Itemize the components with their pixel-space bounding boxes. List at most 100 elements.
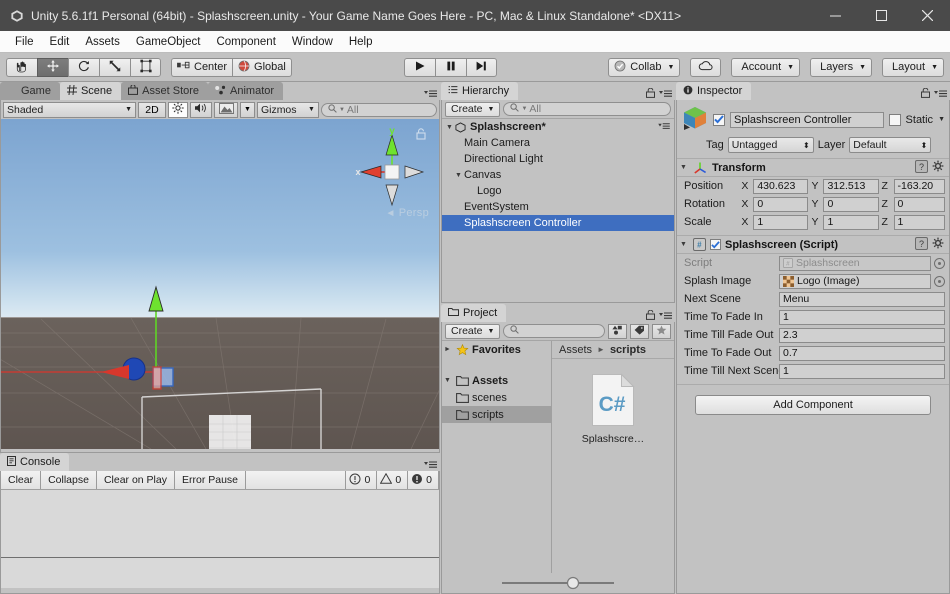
gizmos-dropdown[interactable]: Gizmos ▼ bbox=[256, 101, 319, 118]
menu-assets[interactable]: Assets bbox=[77, 34, 128, 50]
tag-dropdown[interactable]: Untagged ⬍ bbox=[727, 137, 814, 153]
console-collapse-button[interactable]: Collapse bbox=[41, 471, 97, 489]
menu-component[interactable]: Component bbox=[208, 34, 283, 50]
maximize-button[interactable] bbox=[858, 0, 904, 31]
lighting-toggle[interactable] bbox=[168, 101, 188, 118]
scene-search-input[interactable]: ▼ All bbox=[320, 102, 437, 117]
console-clear-button[interactable]: Clear bbox=[1, 471, 42, 489]
project-zoom-slider[interactable] bbox=[442, 573, 674, 593]
add-component-button[interactable]: Add Component bbox=[695, 395, 931, 415]
shading-mode-dropdown[interactable]: Shaded ▼ bbox=[3, 101, 136, 118]
console-tab-options[interactable] bbox=[424, 460, 437, 469]
inspector-tab-options[interactable] bbox=[921, 87, 947, 98]
gear-icon[interactable] bbox=[932, 237, 945, 253]
hierarchy-search-input[interactable]: ▼ All bbox=[503, 102, 671, 116]
pivot-mode-button[interactable]: Center bbox=[171, 57, 233, 77]
move-tool-button[interactable] bbox=[37, 57, 68, 77]
effects-dropdown[interactable]: ▼ bbox=[240, 101, 255, 118]
layers-button[interactable]: Layers ▼ bbox=[810, 57, 873, 77]
lock-open-icon[interactable] bbox=[921, 87, 930, 98]
splash-image-picker[interactable] bbox=[934, 275, 945, 287]
expand-triangle-icon[interactable]: ▼ bbox=[680, 164, 689, 171]
layout-button[interactable]: Layout ▼ bbox=[882, 57, 945, 77]
tab-animator[interactable]: Animator bbox=[208, 82, 284, 100]
rect-tool-button[interactable] bbox=[130, 57, 161, 77]
tab-console[interactable]: Console bbox=[0, 453, 70, 471]
step-button[interactable] bbox=[465, 57, 497, 77]
menu-file[interactable]: File bbox=[7, 34, 42, 50]
expand-triangle-icon[interactable]: ▼ bbox=[446, 124, 455, 131]
menu-window[interactable]: Window bbox=[284, 34, 341, 50]
project-search-input[interactable] bbox=[503, 324, 605, 338]
hierarchy-item-directional-light[interactable]: Directional Light bbox=[442, 151, 674, 167]
help-book-icon[interactable]: ? bbox=[915, 236, 928, 253]
script-enabled-checkbox[interactable] bbox=[710, 239, 721, 250]
rotation-z-input[interactable]: 0 bbox=[893, 196, 945, 212]
console-message-list[interactable] bbox=[1, 490, 439, 558]
hand-tool-button[interactable] bbox=[6, 57, 37, 77]
project-create-button[interactable]: Create ▼ bbox=[445, 323, 501, 339]
menu-edit[interactable]: Edit bbox=[42, 34, 78, 50]
play-button[interactable] bbox=[403, 57, 435, 77]
minimize-button[interactable] bbox=[812, 0, 858, 31]
splash-image-input[interactable]: Logo (Image) bbox=[779, 273, 931, 289]
expand-triangle-icon[interactable]: ▼ bbox=[455, 172, 464, 179]
console-info-count[interactable]: 0 bbox=[346, 471, 378, 489]
console-error-count[interactable]: 0 bbox=[408, 471, 439, 489]
space-mode-button[interactable]: Global bbox=[232, 57, 292, 77]
expand-triangle-icon[interactable]: ▼ bbox=[680, 241, 689, 248]
filter-by-label-button[interactable] bbox=[630, 323, 649, 339]
project-tree-assets[interactable]: ▼ Assets bbox=[442, 372, 551, 389]
menu-gameobject[interactable]: GameObject bbox=[128, 34, 209, 50]
position-z-input[interactable]: -163.20 bbox=[893, 178, 945, 194]
breadcrumb-scripts[interactable]: scripts bbox=[610, 344, 646, 356]
scale-x-input[interactable]: 1 bbox=[753, 214, 809, 230]
time-to-fade-in-input[interactable]: 1 bbox=[779, 309, 945, 325]
collab-button[interactable]: Collab ▼ bbox=[608, 57, 681, 77]
projection-mode-label[interactable]: ◄ Persp bbox=[385, 207, 429, 219]
project-tree-scripts[interactable]: scripts bbox=[442, 406, 551, 423]
scene-context-menu-icon[interactable] bbox=[658, 121, 670, 133]
favorites-button[interactable] bbox=[652, 323, 671, 339]
hierarchy-item-logo[interactable]: Logo bbox=[442, 183, 674, 199]
console-warning-count[interactable]: 0 bbox=[377, 471, 409, 489]
tab-project[interactable]: Project bbox=[441, 304, 507, 322]
project-tree-scenes[interactable]: scenes bbox=[442, 389, 551, 406]
gameobject-enabled-checkbox[interactable] bbox=[713, 113, 725, 126]
close-button[interactable] bbox=[904, 0, 950, 31]
menu-help[interactable]: Help bbox=[341, 34, 381, 50]
lock-open-icon[interactable] bbox=[646, 87, 655, 98]
rotation-y-input[interactable]: 0 bbox=[823, 196, 879, 212]
console-error-pause-button[interactable]: Error Pause bbox=[174, 471, 247, 489]
lock-open-icon[interactable] bbox=[646, 309, 655, 320]
layer-dropdown[interactable]: Default ⬍ bbox=[849, 137, 932, 153]
script-field-picker[interactable] bbox=[934, 257, 945, 269]
pause-button[interactable] bbox=[434, 57, 466, 77]
component-header-transform[interactable]: ▼ Transform ? bbox=[677, 158, 949, 177]
asset-item-splashscreen[interactable]: C# Splashscre… bbox=[576, 373, 650, 445]
tab-scene[interactable]: Scene bbox=[59, 82, 122, 100]
rotate-tool-button[interactable] bbox=[68, 57, 99, 77]
tab-game[interactable]: Game bbox=[0, 82, 60, 100]
expand-triangle-icon[interactable]: ► bbox=[444, 346, 453, 353]
console-clear-on-play-button[interactable]: Clear on Play bbox=[96, 471, 175, 489]
static-checkbox[interactable] bbox=[888, 113, 901, 126]
next-scene-input[interactable]: Menu bbox=[779, 291, 945, 307]
scene-tab-options[interactable] bbox=[424, 89, 437, 98]
chevron-down-icon[interactable]: ▼ bbox=[938, 116, 945, 123]
tab-asset-store[interactable]: Asset Store bbox=[121, 82, 209, 100]
time-till-fade-out-input[interactable]: 2.3 bbox=[779, 327, 945, 343]
time-till-next-scene-input[interactable]: 1 bbox=[779, 363, 945, 379]
position-y-input[interactable]: 312.513 bbox=[823, 178, 879, 194]
tab-hierarchy[interactable]: Hierarchy bbox=[441, 82, 519, 100]
effects-toggle[interactable] bbox=[214, 101, 238, 118]
hierarchy-item-splashscreen-controller[interactable]: Splashscreen Controller bbox=[442, 215, 674, 231]
expand-triangle-icon[interactable]: ▼ bbox=[444, 377, 453, 384]
hierarchy-item-main-camera[interactable]: Main Camera bbox=[442, 135, 674, 151]
audio-toggle[interactable] bbox=[190, 101, 212, 118]
help-book-icon[interactable]: ? bbox=[915, 159, 928, 176]
rotation-x-input[interactable]: 0 bbox=[753, 196, 809, 212]
hierarchy-item-eventsystem[interactable]: EventSystem bbox=[442, 199, 674, 215]
hierarchy-item-canvas[interactable]: ▼ Canvas bbox=[442, 167, 674, 183]
breadcrumb-assets[interactable]: Assets bbox=[559, 344, 592, 356]
